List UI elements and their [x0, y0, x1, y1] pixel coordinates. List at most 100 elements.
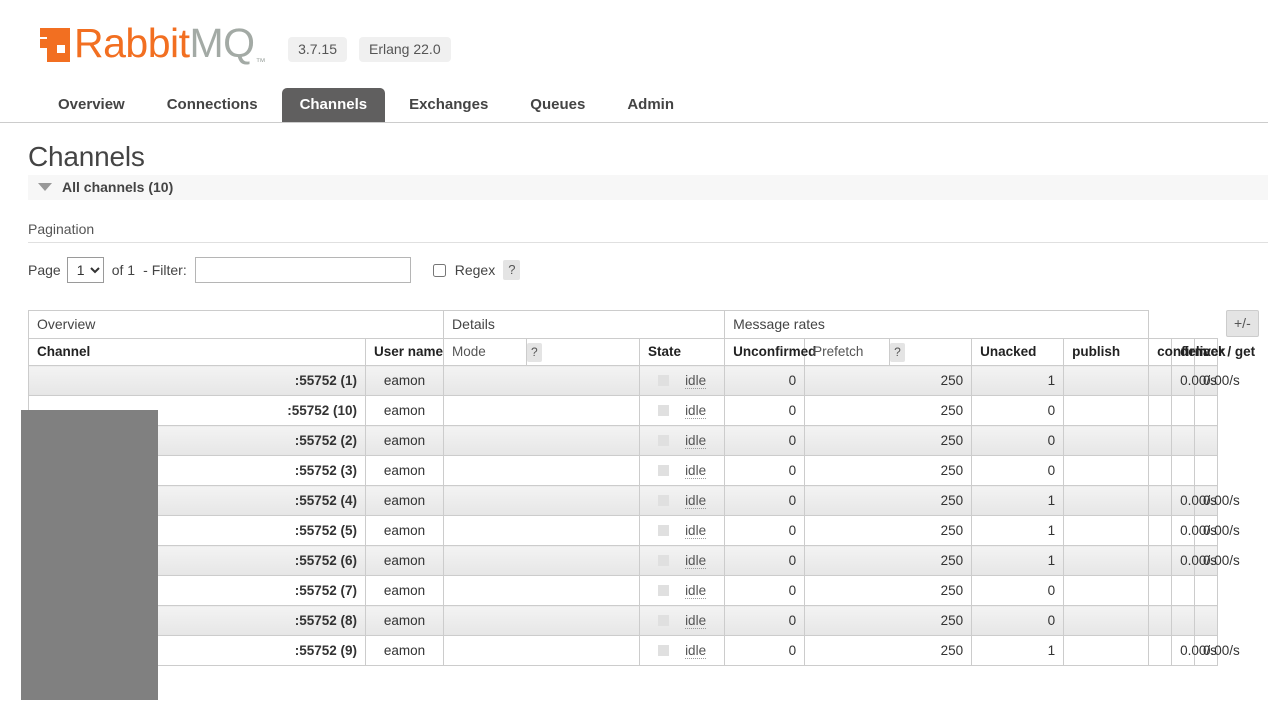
cell-unacked: 1 [971, 545, 1065, 576]
cell-publish [1063, 485, 1150, 516]
cell-deliver-get: 0.00/s [1171, 515, 1217, 546]
table-row[interactable]: :55752 (2) eamon idle 0 250 0 [28, 425, 1218, 456]
main-navigation: Overview Connections Channels Exchanges … [0, 86, 1268, 123]
page-wrapper: RabbitMQ™ 3.7.15 Erlang 22.0 Overview Co… [0, 0, 1268, 700]
cell-state: idle [639, 515, 726, 546]
column-header-mode[interactable]: Mode [443, 338, 528, 366]
cell-user-name: eamon [364, 515, 445, 546]
table-row[interactable]: :55752 (8) eamon idle 0 250 0 [28, 605, 1218, 636]
cell-confirm [1148, 575, 1173, 606]
cell-state: idle [639, 395, 726, 426]
pagination-separator: - [143, 262, 148, 278]
mode-help-icon[interactable]: ? [527, 343, 542, 362]
nav-tab-exchanges[interactable]: Exchanges [391, 88, 506, 122]
table-row[interactable]: :55752 (1) eamon idle 0 250 1 0.00/s 0.00/s [28, 365, 1240, 396]
table-row[interactable]: :55752 (3) eamon idle 0 250 0 [28, 455, 1218, 486]
cell-unconfirmed: 0 [724, 485, 806, 516]
erlang-version-badge: Erlang 22.0 [359, 37, 451, 62]
group-header-overview: Overview [27, 310, 445, 339]
cell-mode [443, 515, 641, 546]
page-select[interactable]: 1 [66, 257, 104, 283]
cell-unacked: 0 [971, 425, 1065, 456]
cell-user-name: eamon [364, 455, 445, 486]
prefetch-help-icon[interactable]: ? [890, 343, 905, 362]
cell-confirm [1148, 395, 1173, 426]
status-square-icon [658, 434, 670, 446]
cell-unacked: 0 [971, 575, 1065, 606]
cell-mode [443, 365, 641, 396]
cell-user-name: eamon [364, 635, 445, 666]
nav-tab-queues[interactable]: Queues [512, 88, 603, 122]
column-header-unacked[interactable]: Unacked [971, 338, 1065, 366]
cell-mode [443, 455, 641, 486]
nav-tab-connections[interactable]: Connections [149, 88, 276, 122]
cell-confirm [1148, 425, 1173, 456]
cell-confirm [1148, 605, 1173, 636]
regex-help-icon[interactable]: ? [503, 260, 521, 280]
cell-mode [443, 425, 641, 456]
cell-state: idle [639, 545, 726, 576]
cell-confirm [1148, 455, 1173, 486]
table-row[interactable]: :55752 (7) eamon idle 0 250 0 [28, 575, 1218, 606]
table-row[interactable]: :55752 (4) eamon idle 0 250 1 0.00/s 0.00/s [28, 485, 1240, 516]
table-row[interactable]: :55752 (6) eamon idle 0 250 1 0.00/s 0.00/s [28, 545, 1240, 576]
regex-checkbox[interactable] [432, 263, 446, 277]
filter-label: Filter: [151, 262, 187, 278]
column-header-mode-label: Mode [452, 344, 486, 359]
cell-ack [1194, 425, 1218, 456]
all-channels-section-toggle[interactable]: All channels (10) [28, 175, 1268, 201]
table-row[interactable]: :55752 (5) eamon idle 0 250 1 0.00/s 0.00/s [28, 515, 1240, 546]
cell-unacked: 0 [971, 455, 1065, 486]
cell-ack [1194, 455, 1218, 486]
cell-unconfirmed: 0 [724, 605, 806, 636]
pagination-controls: Page 1 of 1 - Filter: Regex ? [28, 257, 1268, 283]
cell-unconfirmed: 0 [724, 455, 806, 486]
filter-input[interactable] [194, 257, 411, 283]
cell-unconfirmed: 0 [724, 425, 806, 456]
cell-ack [1194, 395, 1218, 426]
nav-tab-overview[interactable]: Overview [40, 88, 143, 122]
cell-publish [1063, 545, 1150, 576]
group-header-message-rates: Message rates [724, 310, 1150, 339]
cell-mode [443, 395, 641, 426]
cell-deliver-get: 0.00/s [1171, 635, 1217, 666]
cell-state: idle [639, 635, 726, 666]
cell-prefetch: 250 [804, 395, 973, 426]
status-square-icon [658, 614, 670, 626]
cell-publish [1063, 365, 1150, 396]
cell-unconfirmed: 0 [724, 395, 806, 426]
nav-tab-admin[interactable]: Admin [609, 88, 692, 122]
column-header-confirm[interactable]: confirm [1148, 338, 1207, 366]
state-label: idle [685, 372, 707, 389]
cell-unacked: 1 [971, 515, 1065, 546]
rabbitmq-logo[interactable]: RabbitMQ™ [40, 22, 266, 68]
channels-table: Overview Details Message rates Channel U… [27, 310, 1255, 666]
column-header-unconfirmed[interactable]: Unconfirmed [724, 338, 816, 366]
column-header-mode-help-cell: ? [526, 338, 641, 366]
toggle-columns-button[interactable]: +/- [1226, 310, 1259, 337]
column-header-state[interactable]: State [639, 338, 726, 366]
column-header-user-name[interactable]: User name [364, 338, 445, 366]
table-row[interactable]: :55752 (10) eamon idle 0 250 0 [28, 395, 1218, 426]
cell-unacked: 1 [971, 485, 1065, 516]
table-row[interactable]: :55752 (9) eamon idle 0 250 1 0.00/s 0.00/s [28, 635, 1240, 666]
state-label: idle [685, 492, 707, 509]
nav-tab-channels[interactable]: Channels [281, 88, 386, 122]
cell-unacked: 0 [971, 605, 1065, 636]
column-header-prefetch[interactable]: Prefetch [804, 338, 891, 366]
state-label: idle [685, 552, 707, 569]
cell-mode [443, 485, 641, 516]
column-header-channel[interactable]: Channel [28, 338, 366, 366]
cell-publish [1063, 605, 1150, 636]
cell-user-name: eamon [364, 365, 445, 396]
state-label: idle [685, 462, 707, 479]
cell-state: idle [639, 485, 726, 516]
cell-prefetch: 250 [804, 635, 973, 666]
regex-control-group: Regex ? [432, 260, 521, 280]
all-channels-label: All channels (10) [62, 179, 174, 195]
column-header-publish[interactable]: publish [1063, 338, 1150, 366]
cell-state: idle [639, 605, 726, 636]
cell-state: idle [639, 575, 726, 606]
cell-confirm [1148, 635, 1173, 666]
cell-publish [1063, 515, 1150, 546]
